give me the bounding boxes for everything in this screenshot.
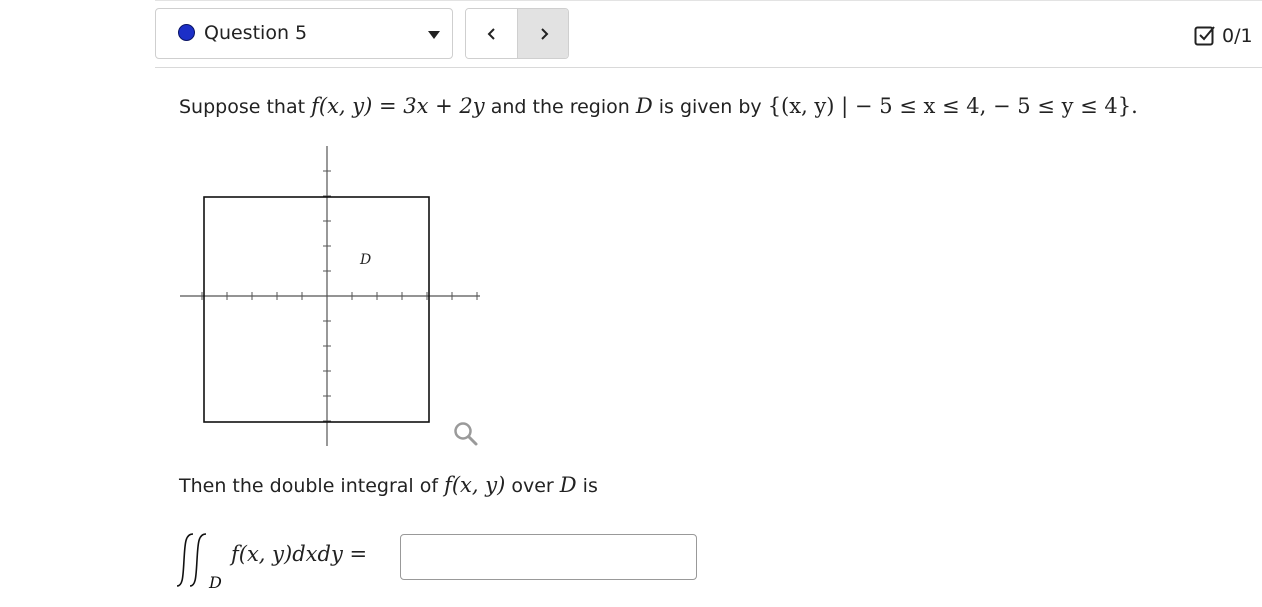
double-integral: D f(x, y)dxdy = <box>175 530 390 592</box>
region-label: D <box>359 252 371 268</box>
integral-subscript: D <box>208 573 222 592</box>
problem-middle: and the region <box>490 96 630 118</box>
chevron-left-icon <box>487 27 495 40</box>
answer-input[interactable] <box>400 534 697 580</box>
score-text: 0/1 <box>1222 25 1253 47</box>
problem-statement: Suppose that f(x, y) = 3x + 2y and the r… <box>179 91 1138 122</box>
magnify-icon[interactable] <box>452 420 480 448</box>
status-dot <box>178 24 195 41</box>
chevron-right-icon <box>540 27 548 40</box>
prompt-suffix: is <box>582 475 598 497</box>
region-graph: D <box>180 146 480 446</box>
prompt-function: f(x, y) <box>444 473 506 497</box>
region-rectangle <box>203 196 430 423</box>
question-nav <box>465 8 569 59</box>
region-name: D <box>635 94 653 118</box>
problem-suffix: is given by <box>658 96 762 118</box>
function-definition: f(x, y) = 3x + 2y <box>311 94 485 118</box>
previous-question-button[interactable] <box>466 9 518 58</box>
prompt-prefix: Then the double integral of <box>179 475 439 497</box>
top-divider <box>155 0 1262 1</box>
integral-prompt: Then the double integral of f(x, y) over… <box>179 470 598 501</box>
region-set: {(x, y) | − 5 ≤ x ≤ 4, − 5 ≤ y ≤ 4}. <box>767 94 1138 118</box>
question-select[interactable]: Question 5 <box>155 8 453 59</box>
checkbox-check-icon <box>1194 26 1215 46</box>
score-indicator: 0/1 <box>1194 24 1253 48</box>
double-integral-sign: D <box>176 533 222 592</box>
integrand: f(x, y)dxdy = <box>231 542 368 566</box>
question-label: Question 5 <box>204 22 308 44</box>
problem-prefix: Suppose that <box>179 96 306 118</box>
caret-down-icon <box>428 31 440 39</box>
prompt-middle: over <box>511 475 554 497</box>
prompt-region: D <box>559 473 577 497</box>
next-question-button[interactable] <box>518 9 568 58</box>
header-divider <box>155 67 1262 68</box>
